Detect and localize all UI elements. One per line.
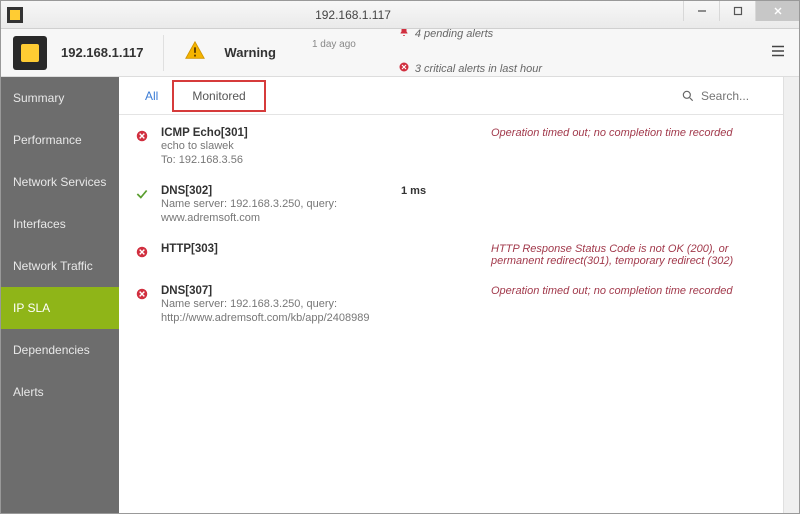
app-window: 192.168.1.117 192.168.1.117 Warning 1 da… (0, 0, 800, 514)
service-name: ICMP Echo[301] (161, 127, 391, 139)
sidebar-item-network-traffic[interactable]: Network Traffic (1, 245, 119, 287)
service-info: HTTP[303] (161, 243, 391, 255)
divider (163, 35, 164, 71)
titlebar: 192.168.1.117 (1, 1, 799, 29)
service-list: ICMP Echo[301]echo to slawekTo: 192.168.… (119, 115, 783, 513)
search-box[interactable] (681, 89, 771, 103)
close-icon (773, 6, 783, 16)
status-error-icon (135, 129, 151, 146)
service-row[interactable]: DNS[307]Name server: 192.168.3.250, quer… (119, 277, 783, 335)
status-error-icon (135, 245, 151, 262)
service-name: HTTP[303] (161, 243, 391, 255)
warning-icon (184, 40, 206, 65)
critical-alerts-text: 3 critical alerts in last hour (415, 61, 542, 77)
service-metric: 1 ms (401, 185, 461, 197)
window-title: 192.168.1.117 (23, 8, 683, 22)
service-name: DNS[307] (161, 285, 391, 297)
window-controls (683, 1, 799, 28)
main-panel: AllMonitored ICMP Echo[301]echo to slawe… (119, 77, 783, 513)
search-icon (681, 89, 695, 103)
device-vendor-icon (13, 36, 47, 70)
service-message: HTTP Response Status Code is not OK (200… (471, 243, 767, 267)
tab-monitored[interactable]: Monitored (172, 80, 265, 112)
maximize-button[interactable] (719, 1, 755, 21)
status-error-icon (135, 287, 151, 304)
error-circle-icon (398, 61, 410, 78)
service-row[interactable]: HTTP[303] HTTP Response Status Code is no… (119, 235, 783, 277)
sidebar-item-dependencies[interactable]: Dependencies (1, 329, 119, 371)
service-info: DNS[307]Name server: 192.168.3.250, quer… (161, 285, 391, 325)
sidebar-item-ip-sla[interactable]: IP SLA (1, 287, 119, 329)
maximize-icon (733, 6, 743, 16)
app-icon (7, 7, 23, 23)
service-info: DNS[302]Name server: 192.168.3.250, quer… (161, 185, 391, 225)
sidebar: SummaryPerformanceNetwork ServicesInterf… (1, 77, 119, 513)
sidebar-item-summary[interactable]: Summary (1, 77, 119, 119)
close-button[interactable] (755, 1, 799, 21)
device-ip: 192.168.1.117 (61, 45, 143, 60)
device-header: 192.168.1.117 Warning 1 day ago 4 pendin… (1, 29, 799, 77)
status-time-ago: 1 day ago (312, 39, 356, 50)
search-input[interactable] (701, 89, 771, 103)
tab-all[interactable]: All (131, 81, 172, 111)
minimize-icon (697, 6, 707, 16)
service-message: Operation timed out; no completion time … (471, 285, 767, 297)
hamburger-icon (769, 42, 787, 60)
tab-bar: AllMonitored (119, 77, 783, 115)
service-detail: echo to slawekTo: 192.168.3.56 (161, 139, 391, 167)
sidebar-item-alerts[interactable]: Alerts (1, 371, 119, 413)
service-info: ICMP Echo[301]echo to slawekTo: 192.168.… (161, 127, 391, 167)
service-detail: Name server: 192.168.3.250, query: www.a… (161, 197, 391, 225)
service-name: DNS[302] (161, 185, 391, 197)
status-ok-icon (135, 187, 151, 204)
sidebar-item-network-services[interactable]: Network Services (1, 161, 119, 203)
service-message: Operation timed out; no completion time … (471, 127, 767, 139)
body: SummaryPerformanceNetwork ServicesInterf… (1, 77, 799, 513)
service-row[interactable]: ICMP Echo[301]echo to slawekTo: 192.168.… (119, 119, 783, 177)
service-row[interactable]: DNS[302]Name server: 192.168.3.250, quer… (119, 177, 783, 235)
sidebar-item-performance[interactable]: Performance (1, 119, 119, 161)
scrollbar[interactable] (783, 77, 799, 513)
minimize-button[interactable] (683, 1, 719, 21)
menu-button[interactable] (769, 42, 787, 63)
service-detail: Name server: 192.168.3.250, query: http:… (161, 297, 391, 325)
status-label: Warning (224, 45, 276, 60)
sidebar-item-interfaces[interactable]: Interfaces (1, 203, 119, 245)
